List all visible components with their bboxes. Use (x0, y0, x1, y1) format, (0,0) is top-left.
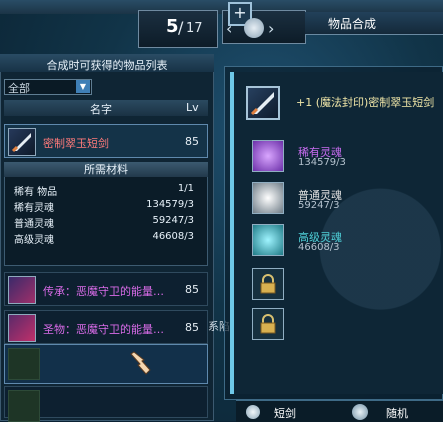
locked-slot[interactable] (252, 268, 284, 300)
window-title: 物品合成 (328, 17, 377, 31)
next-arrow-icon[interactable]: › (268, 19, 274, 38)
advanced-soul-icon[interactable] (252, 224, 284, 256)
item-name: 圣物：恶魔守卫的能量… (43, 323, 164, 336)
armor-set-icon (8, 276, 36, 304)
lock-icon (260, 274, 276, 294)
material-name: 稀有 物品 (14, 187, 58, 198)
lock-icon (260, 314, 276, 334)
panel-title: 合成时可获得的物品列表 (46, 59, 168, 72)
list-item-selected[interactable]: 密制翠玉短剑 85 (4, 124, 208, 158)
empty-slot (8, 390, 40, 422)
item-level: 85 (185, 135, 199, 148)
column-name[interactable]: 名字 (90, 101, 112, 117)
random-tab-icon[interactable] (352, 404, 368, 420)
material-count: 46608/3 (298, 242, 340, 253)
list-item[interactable]: 传承：恶魔守卫的能量… 85 (4, 272, 208, 306)
empty-slot (8, 348, 40, 380)
chevron-down-icon[interactable]: ▼ (76, 80, 90, 93)
bottom-tab-bar (236, 400, 443, 422)
material-count: 134579/3 (146, 199, 194, 210)
locked-slot[interactable] (252, 308, 284, 340)
material-name: 稀有灵魂 (14, 203, 54, 214)
material-count: 46608/3 (152, 231, 194, 242)
rare-soul-icon[interactable] (252, 140, 284, 172)
list-item-empty[interactable] (4, 344, 208, 384)
item-name: 传承：恶魔守卫的能量… (43, 285, 164, 298)
prev-arrow-icon[interactable]: ‹ (226, 19, 232, 38)
material-count: 59247/3 (152, 215, 194, 226)
armor-set-icon (8, 314, 36, 342)
list-item[interactable]: 圣物：恶魔守卫的能量… 85 (4, 310, 208, 344)
material-count: 1/1 (177, 183, 194, 194)
hand-cursor-icon (130, 351, 151, 375)
column-lv[interactable]: Lv (186, 101, 199, 114)
target-item-name: +1 (魔法封印)密制翠玉短剑 (296, 96, 435, 109)
required-materials-box (4, 162, 208, 266)
common-soul-icon[interactable] (252, 182, 284, 214)
list-item-empty[interactable] (4, 386, 208, 422)
material-count: 134579/3 (298, 157, 346, 168)
page-separator: / (178, 18, 184, 37)
tab-dagger[interactable]: 短剑 (274, 405, 296, 421)
required-materials-header: 所需材料 (4, 162, 208, 177)
dagger-icon (8, 128, 36, 156)
item-level: 85 (185, 321, 199, 334)
material-count: 59247/3 (298, 200, 340, 211)
page-current: 5 (166, 16, 179, 37)
filter-value: 全部 (8, 82, 30, 95)
target-dagger-icon[interactable] (246, 86, 280, 120)
item-name: 密制翠玉短剑 (43, 137, 109, 150)
dagger-tab-icon[interactable] (246, 405, 260, 419)
material-name: 高级灵魂 (14, 235, 54, 246)
play-circle-icon[interactable] (244, 18, 264, 38)
item-level: 85 (185, 283, 199, 296)
page-total: 17 (186, 21, 203, 36)
material-name: 普通灵魂 (14, 219, 54, 230)
tab-random[interactable]: 随机 (386, 405, 408, 421)
